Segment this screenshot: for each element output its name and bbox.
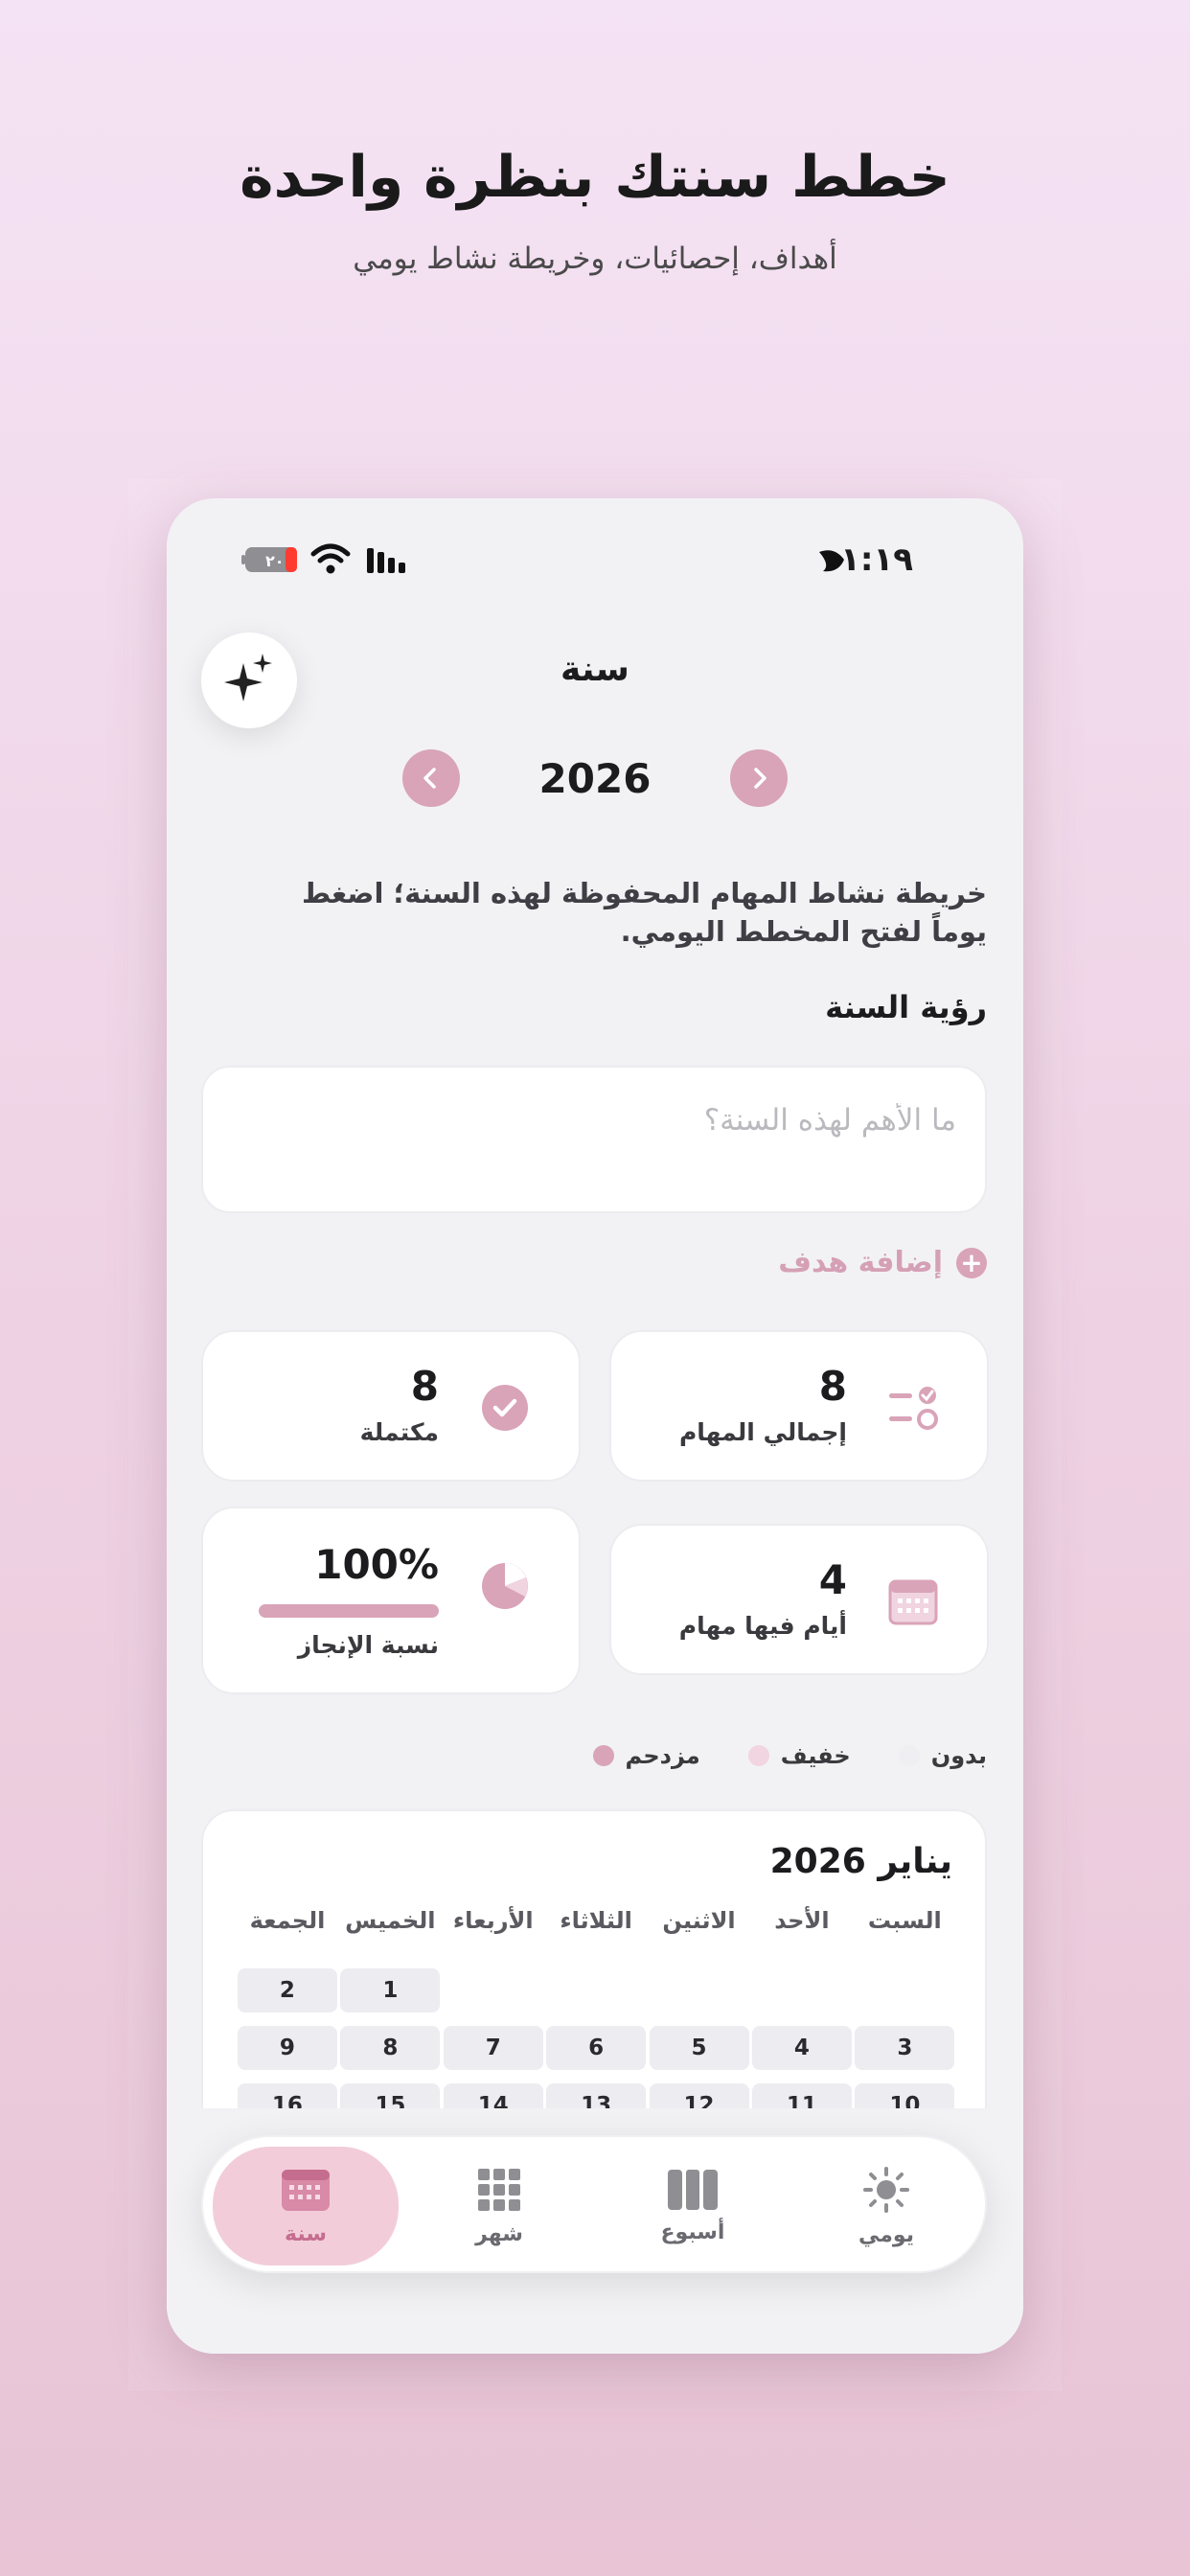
stat-card-completed: 8 مكتملة — [201, 1330, 581, 1482]
calendar-day[interactable]: 8 — [340, 2026, 441, 2070]
legend-item-busy: مزدحم — [592, 1742, 700, 1769]
add-goal-label: إضافة هدف — [778, 1246, 943, 1279]
screen-description: خريطة نشاط المهام المحفوظة لهذه السنة؛ ا… — [302, 877, 987, 948]
phone-screen: ٢٠ ١:١٩ سنة 2026 خريطة نشاط المهام المحف… — [167, 498, 1023, 2354]
weekday-label: السبت — [867, 1907, 942, 1934]
legend-label-none: بدون — [930, 1742, 987, 1769]
battery-icon: ٢٠ — [241, 547, 297, 572]
legend-label-busy: مزدحم — [625, 1742, 700, 1769]
weekday-label: الأحد — [774, 1907, 830, 1934]
calendar-day[interactable]: 3 — [855, 2026, 955, 2070]
legend-dot-light — [747, 1745, 769, 1766]
legend-dot-none — [898, 1745, 920, 1766]
calendar-day[interactable]: 5 — [649, 2026, 749, 2070]
screen-title: سنة — [561, 650, 629, 689]
year-calendar-icon — [282, 2169, 330, 2211]
weekday-label: الخميس — [345, 1907, 436, 1934]
promo-subtitle: أهداف، إحصائيات، وخريطة نشاط يومي — [353, 242, 837, 276]
pie-chart-icon — [482, 1563, 528, 1609]
promo-title: خطط سنتك بنظرة واحدة — [240, 144, 950, 211]
weekday-label: الاثنين — [662, 1907, 736, 1934]
plus-icon: + — [956, 1247, 987, 1278]
stat-card-completion-rate: 100% نسبة الإنجاز — [201, 1506, 581, 1694]
tab-month-label: شهر — [475, 2221, 523, 2246]
add-goal-button[interactable]: + إضافة هدف — [778, 1246, 987, 1279]
wifi-icon — [310, 543, 351, 574]
calendar-day[interactable]: 2 — [237, 1968, 337, 2012]
completion-progress-bar — [259, 1604, 439, 1618]
sun-icon — [863, 2166, 909, 2213]
completed-value: 8 — [410, 1363, 439, 1410]
legend-item-light: خفيف — [747, 1742, 851, 1769]
vision-input[interactable] — [228, 1096, 956, 1144]
month-title: يناير 2026 — [769, 1842, 952, 1881]
activity-legend: بدون خفيف مزدحم — [592, 1736, 987, 1775]
total-tasks-value: 8 — [818, 1363, 847, 1410]
tab-year-label: سنة — [285, 2221, 327, 2246]
days-with-tasks-value: 4 — [818, 1556, 847, 1603]
weekday-header: السبت الأحد الاثنين الثلاثاء الأربعاء ال… — [236, 1907, 956, 1934]
next-year-button[interactable] — [730, 749, 788, 807]
check-circle-icon — [482, 1385, 528, 1431]
stat-card-days-with-tasks: 4 أيام فيها مهام — [609, 1524, 989, 1675]
tab-year[interactable]: سنة — [213, 2147, 399, 2266]
legend-dot-busy — [592, 1745, 614, 1766]
week-columns-icon — [668, 2169, 718, 2210]
calendar-day[interactable]: 4 — [751, 2026, 852, 2070]
total-tasks-label: إجمالي المهام — [678, 1418, 847, 1446]
weekday-label: الأربعاء — [452, 1907, 534, 1934]
bottom-tab-bar: سنة شهر أسبوع يومي — [201, 2135, 987, 2273]
month-grid-icon — [478, 2168, 520, 2211]
task-list-icon — [889, 1387, 938, 1430]
completion-rate-label: نسبة الإنجاز — [297, 1631, 439, 1659]
vision-section-title: رؤية السنة — [825, 989, 987, 1025]
tab-day-label: يومي — [858, 2222, 914, 2247]
calendar-day[interactable]: 1 — [340, 1968, 441, 2012]
tab-day[interactable]: يومي — [793, 2147, 979, 2266]
calendar-day[interactable]: 7 — [443, 2026, 543, 2070]
tab-week[interactable]: أسبوع — [600, 2147, 786, 2266]
vision-box — [201, 1066, 987, 1213]
signal-icon — [367, 548, 405, 573]
tab-week-label: أسبوع — [660, 2220, 725, 2244]
legend-item-none: بدون — [898, 1742, 987, 1769]
stat-card-total-tasks: 8 إجمالي المهام — [609, 1330, 989, 1482]
days-with-tasks-label: أيام فيها مهام — [678, 1612, 847, 1640]
status-bar: ٢٠ ١:١٩ — [167, 498, 1023, 623]
completion-progress-fill — [259, 1604, 439, 1618]
tab-month[interactable]: شهر — [406, 2147, 592, 2266]
completion-rate-value: 100% — [314, 1541, 439, 1588]
status-time: ١:١٩ — [840, 540, 913, 579]
completed-label: مكتملة — [359, 1418, 439, 1446]
weekday-label: الثلاثاء — [560, 1907, 632, 1934]
calendar-day[interactable]: 9 — [237, 2026, 337, 2070]
year-label: 2026 — [538, 755, 652, 802]
battery-level: ٢٠ — [265, 552, 285, 570]
calendar-icon — [888, 1579, 938, 1625]
weekday-label: الجمعة — [249, 1907, 326, 1934]
chevron-right-icon — [754, 768, 767, 789]
year-navigator: 2026 — [167, 749, 1023, 807]
calendar-day[interactable]: 6 — [546, 2026, 647, 2070]
legend-label-light: خفيف — [780, 1742, 851, 1769]
